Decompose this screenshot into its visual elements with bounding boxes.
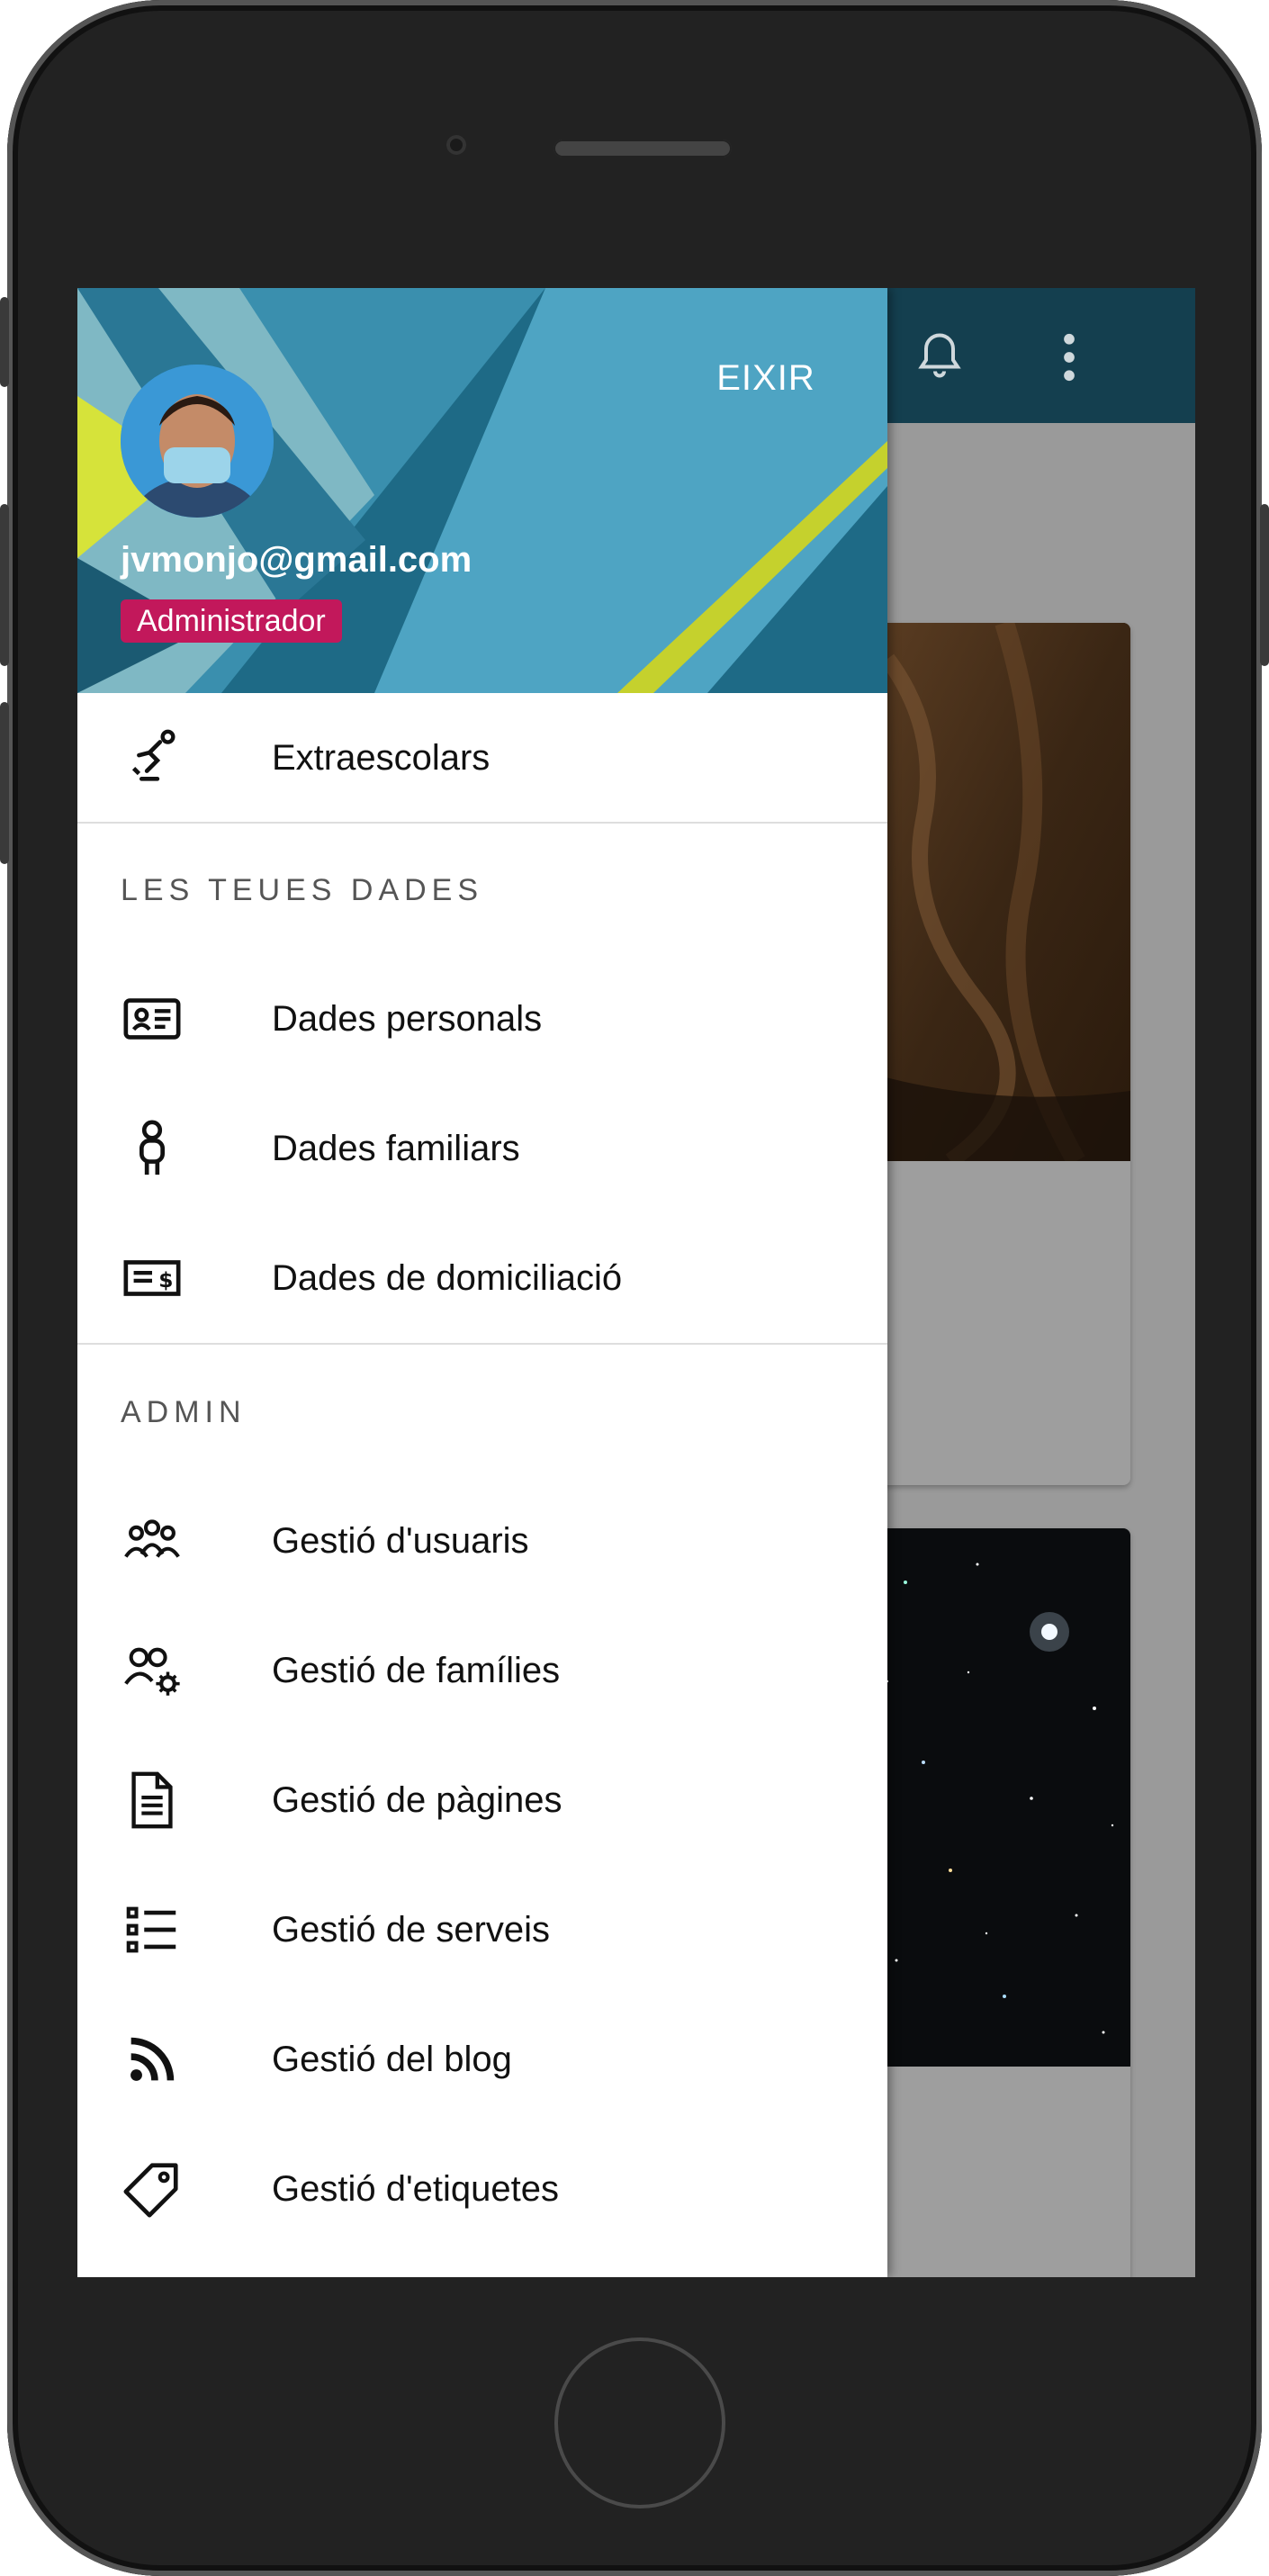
screen: EIXIR jvmonjo@gmail.com Administrador Ex…: [77, 288, 1195, 2277]
section-title: ADMIN: [121, 1395, 247, 1429]
menu-item-gestio-families[interactable]: Gestió de famílies: [77, 1606, 887, 1735]
group-icon: [124, 1519, 180, 1558]
menu-item-gestio-pagines[interactable]: Gestió de pàgines: [77, 1735, 887, 1865]
ice-skating-icon: [131, 729, 176, 781]
content-card[interactable]: [869, 623, 1130, 1485]
menu-item-extraescolars[interactable]: Extraescolars: [77, 693, 887, 823]
list-icon: [126, 1906, 176, 1953]
user-email: jvmonjo@gmail.com: [121, 540, 472, 580]
menu-item-label: Gestió d'usuaris: [272, 1520, 529, 1561]
menu-item-gestio-etiquetes[interactable]: Gestió d'etiquetes: [77, 2124, 887, 2254]
svg-text:$: $: [158, 1267, 173, 1293]
group-settings-icon: [124, 1647, 180, 1696]
menu-item-label: Dades familiars: [272, 1128, 520, 1168]
more-vertical-icon[interactable]: [1058, 333, 1080, 382]
id-card-icon: [123, 998, 181, 1040]
person-outline-icon: [140, 1120, 165, 1175]
logout-button[interactable]: EIXIR: [707, 351, 824, 405]
navigation-drawer: EIXIR jvmonjo@gmail.com Administrador Ex…: [77, 288, 887, 2277]
menu-item-label: Dades de domiciliació: [272, 1257, 623, 1298]
menu-item-label: Gestió de pàgines: [272, 1779, 562, 1820]
menu-item-label: Dades personals: [272, 998, 543, 1039]
cave-image: [869, 623, 1130, 1161]
mute-switch: [0, 297, 9, 387]
menu-item-dades-domiciliacio[interactable]: $ Dades de domiciliació: [77, 1213, 887, 1343]
content-card[interactable]: [869, 1528, 1130, 2277]
section-title: LES TEUES DADES: [121, 873, 484, 907]
drawer-header: EIXIR jvmonjo@gmail.com Administrador: [77, 288, 887, 693]
phone-frame: EIXIR jvmonjo@gmail.com Administrador Ex…: [0, 0, 1269, 2576]
menu-item-gestio-serveis[interactable]: Gestió de serveis: [77, 1865, 887, 1995]
bell-icon[interactable]: [913, 329, 967, 383]
menu-item-dades-familiars[interactable]: Dades familiars: [77, 1084, 887, 1213]
menu-item-dades-personals[interactable]: Dades personals: [77, 954, 887, 1084]
volume-up-button: [0, 504, 9, 666]
power-button: [1260, 504, 1269, 666]
menu-item-label: Gestió d'etiquetes: [272, 2168, 559, 2209]
stars-image: [869, 1528, 1130, 2067]
menu-item-label: Extraescolars: [272, 737, 490, 778]
card-body: [869, 1161, 1130, 1485]
menu-item-label: Gestió de famílies: [272, 1650, 561, 1690]
money-card-icon: $: [123, 1260, 181, 1296]
menu-item-label: Gestió de serveis: [272, 1909, 551, 1950]
front-camera: [446, 135, 466, 155]
earpiece-speaker: [554, 140, 732, 158]
avatar[interactable]: [121, 365, 274, 518]
tag-icon: [123, 2163, 178, 2218]
card-body: [869, 2067, 1130, 2277]
divider: [77, 822, 887, 824]
divider: [77, 1343, 887, 1345]
home-button[interactable]: [554, 2337, 725, 2508]
role-badge: Administrador: [121, 599, 342, 643]
volume-down-button: [0, 702, 9, 864]
document-icon: [131, 1771, 173, 1829]
rss-icon: [130, 2037, 175, 2081]
menu-item-gestio-usuaris[interactable]: Gestió d'usuaris: [77, 1476, 887, 1606]
menu-item-gestio-blog[interactable]: Gestió del blog: [77, 1995, 887, 2124]
menu-item-label: Gestió del blog: [272, 2039, 512, 2079]
